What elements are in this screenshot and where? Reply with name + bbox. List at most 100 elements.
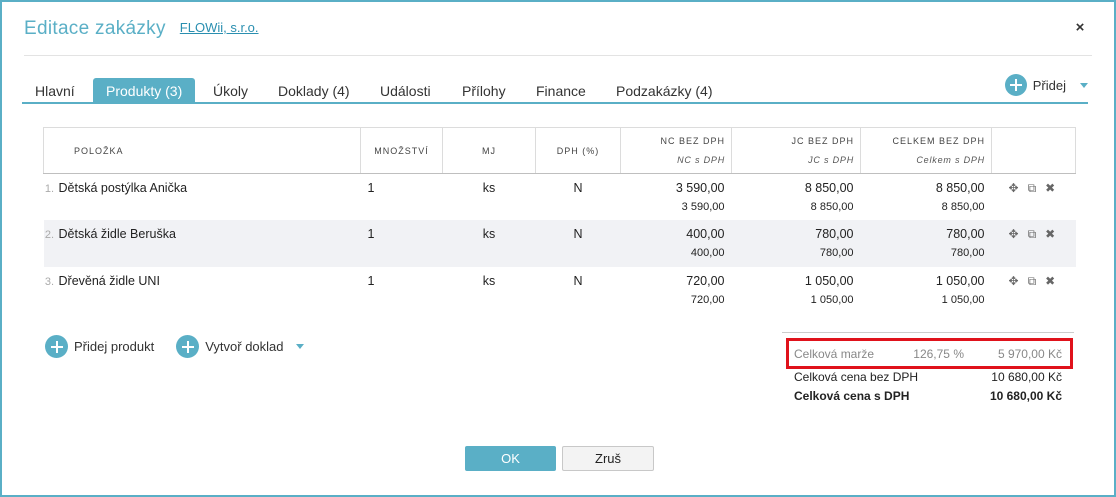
total-value: 8 850,00	[935, 181, 985, 195]
margin-label: Celková marže	[794, 347, 875, 361]
col-header-nc-sub: NC s DPH	[677, 155, 725, 165]
add-product-label: Přidej produkt	[74, 339, 155, 354]
product-name[interactable]: Dřevěná židle UNI	[59, 274, 160, 288]
total-vat-value: 780,00	[950, 247, 985, 259]
jc-cell[interactable]: 780,00 780,00	[731, 220, 861, 267]
col-header-unit[interactable]: MJ	[442, 127, 536, 174]
col-header-total[interactable]: CELKEM BEZ DPH Celkem s DPH	[860, 127, 992, 174]
close-icon[interactable]: ×	[1072, 20, 1088, 36]
nc-value: 720,00	[686, 273, 725, 288]
dialog-title: Editace zakázky	[24, 18, 166, 39]
table-header-row: POLOŽKA MNOŽSTVÍ MJ DPH (%) NC BEZ DPH N…	[43, 127, 1076, 174]
quantity-cell[interactable]: 1	[361, 174, 443, 221]
move-icon[interactable]: ✥	[1009, 181, 1019, 196]
jc-vat-value: 1 050,00	[810, 293, 854, 306]
header-divider	[24, 55, 1092, 56]
copy-icon[interactable]: ⧉	[1028, 181, 1037, 196]
nc-value: 3 590,00	[675, 181, 725, 195]
chevron-down-icon[interactable]	[295, 344, 304, 349]
col-header-jc-sub: JC s DPH	[808, 155, 854, 165]
row-number: 1.	[44, 183, 55, 195]
unit-cell[interactable]: ks	[443, 267, 536, 314]
move-icon[interactable]: ✥	[1009, 274, 1019, 289]
copy-icon[interactable]: ⧉	[1028, 274, 1037, 289]
nc-vat-value: 400,00	[690, 247, 725, 259]
net-total-amount: 10 680,00 Kč	[991, 370, 1062, 384]
nc-cell[interactable]: 720,00 720,00	[621, 267, 732, 314]
col-header-jc-label: JC BEZ DPH	[791, 136, 854, 146]
total-vat-value: 1 050,00	[941, 293, 985, 306]
col-header-qty[interactable]: MNOŽSTVÍ	[360, 127, 443, 174]
delete-icon[interactable]: ✖	[1045, 181, 1055, 196]
cancel-button[interactable]: Zruš	[562, 446, 654, 471]
nc-cell[interactable]: 3 590,00 3 590,00	[621, 174, 732, 221]
col-header-jc[interactable]: JC BEZ DPH JC s DPH	[731, 127, 861, 174]
col-header-total-sub: Celkem s DPH	[916, 155, 985, 165]
jc-cell[interactable]: 8 850,00 8 850,00	[732, 174, 861, 221]
col-header-vat[interactable]: DPH (%)	[535, 127, 621, 174]
move-icon[interactable]: ✥	[1009, 227, 1019, 242]
add-menu-label: Přidej	[1032, 77, 1066, 93]
row-actions-cell: ✥ ⧉ ✖	[991, 220, 1076, 267]
create-document-button[interactable]: Vytvoř doklad	[176, 335, 304, 358]
row-actions-cell: ✥ ⧉ ✖	[992, 174, 1076, 221]
unit-cell[interactable]: ks	[442, 220, 536, 267]
tab-finance[interactable]: Finance	[523, 78, 599, 104]
total-value: 1 050,00	[935, 273, 985, 288]
col-header-nc[interactable]: NC BEZ DPH NC s DPH	[620, 127, 732, 174]
bottom-actions: Přidej produkt Vytvoř doklad	[45, 335, 326, 358]
table-row[interactable]: 3. Dřevěná židle UNI 1 ks N 720,00 720,00 …	[44, 267, 1076, 314]
delete-icon[interactable]: ✖	[1045, 274, 1055, 289]
chevron-down-icon[interactable]	[1080, 82, 1088, 88]
dialog-header: Editace zakázky FLOWii, s.r.o.	[24, 18, 259, 46]
vat-cell[interactable]: N	[536, 267, 621, 314]
tab-events[interactable]: Události	[367, 78, 444, 104]
totals-divider	[782, 332, 1074, 333]
col-header-item[interactable]: POLOŽKA	[43, 127, 361, 174]
total-cell: 780,00 780,00	[860, 220, 992, 267]
client-link[interactable]: FLOWii, s.r.o.	[180, 20, 259, 35]
vat-cell[interactable]: N	[535, 220, 621, 267]
product-name[interactable]: Dětská židle Beruška	[59, 227, 176, 241]
vat-cell[interactable]: N	[536, 174, 621, 221]
col-header-actions	[991, 127, 1076, 174]
plus-circle-icon	[1004, 74, 1027, 96]
total-value: 780,00	[946, 227, 985, 241]
products-table: POLOŽKA MNOŽSTVÍ MJ DPH (%) NC BEZ DPH N…	[43, 127, 1076, 313]
jc-value: 1 050,00	[804, 273, 854, 288]
total-vat-value: 8 850,00	[941, 201, 985, 213]
nc-vat-value: 3 590,00	[681, 201, 725, 213]
row-number: 3.	[44, 275, 55, 288]
tab-main[interactable]: Hlavní	[22, 78, 88, 104]
create-document-label: Vytvoř doklad	[205, 339, 284, 354]
tab-bar: Hlavní Produkty (3) Úkoly Doklady (4) Ud…	[22, 74, 1088, 104]
nc-cell[interactable]: 400,00 400,00	[620, 220, 732, 267]
jc-cell[interactable]: 1 050,00 1 050,00	[732, 267, 861, 314]
add-product-button[interactable]: Přidej produkt	[45, 335, 154, 358]
jc-vat-value: 8 850,00	[810, 201, 854, 213]
table-row[interactable]: 1. Dětská postýlka Anička 1 ks N 3 590,00…	[44, 174, 1076, 221]
tab-tasks[interactable]: Úkoly	[200, 78, 261, 104]
margin-amount: 5 970,00 Kč	[997, 347, 1062, 361]
quantity-cell[interactable]: 1	[360, 220, 443, 267]
col-header-total-label: CELKEM BEZ DPH	[892, 136, 985, 146]
tab-subprojects[interactable]: Podzakázky (4)	[603, 78, 725, 104]
delete-icon[interactable]: ✖	[1045, 227, 1055, 242]
product-name[interactable]: Dětská postýlka Anička	[59, 181, 188, 195]
add-menu-button[interactable]: Přidej	[1004, 74, 1088, 96]
jc-value: 780,00	[815, 227, 854, 241]
margin-percent: 126,75 %	[913, 347, 964, 361]
tab-attachments[interactable]: Přílohy	[449, 78, 519, 104]
tab-products[interactable]: Produkty (3)	[93, 78, 196, 104]
edit-order-dialog: Editace zakázky FLOWii, s.r.o. × Hlavní …	[0, 0, 1116, 497]
tab-documents[interactable]: Doklady (4)	[265, 78, 363, 104]
gross-total-amount: 10 680,00 Kč	[989, 389, 1062, 403]
total-cell: 1 050,00 1 050,00	[861, 267, 992, 314]
unit-cell[interactable]: ks	[443, 174, 536, 221]
quantity-cell[interactable]: 1	[361, 267, 443, 314]
row-actions-cell: ✥ ⧉ ✖	[992, 267, 1076, 314]
row-number: 2.	[44, 229, 55, 241]
copy-icon[interactable]: ⧉	[1028, 227, 1037, 242]
table-row[interactable]: 2. Dětská židle Beruška 1 ks N 400,00 400,…	[43, 220, 1076, 267]
ok-button[interactable]: OK	[465, 446, 556, 471]
